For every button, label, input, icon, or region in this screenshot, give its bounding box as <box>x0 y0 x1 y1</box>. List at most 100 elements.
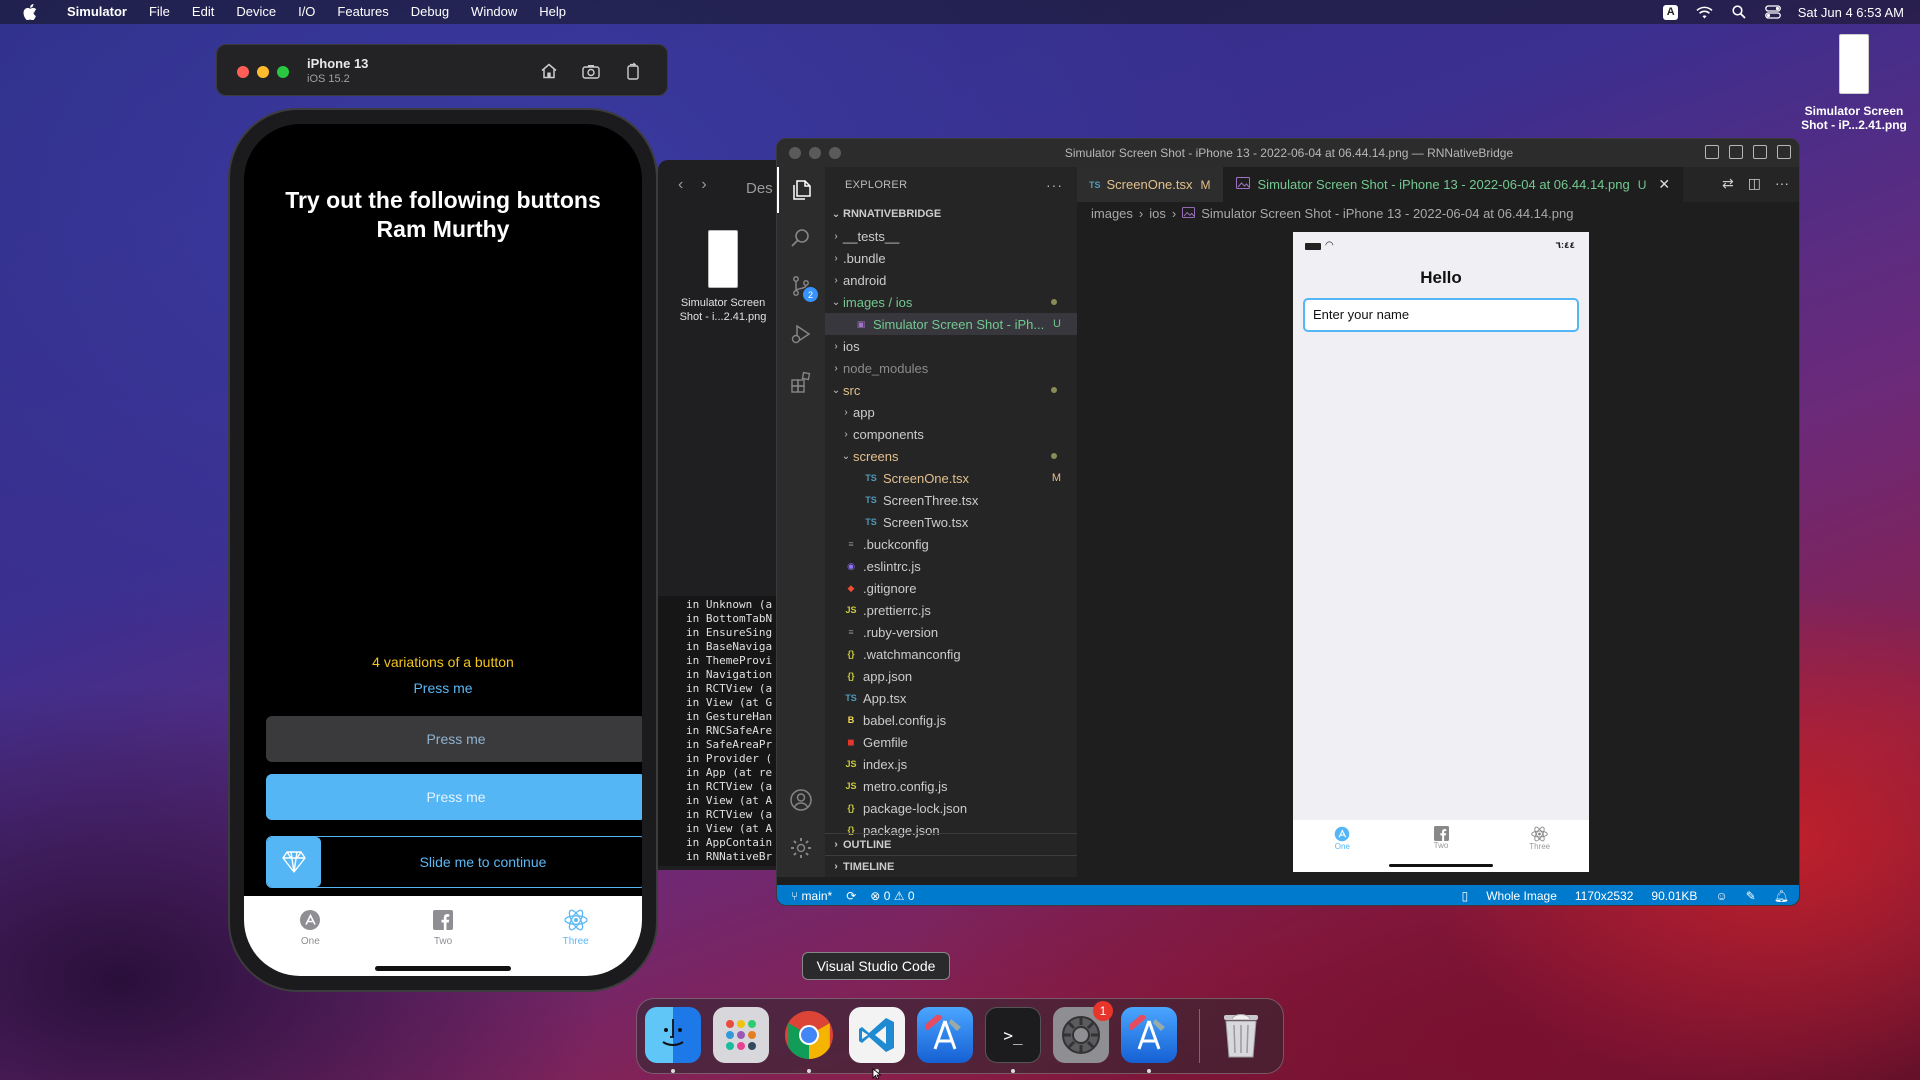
rotate-device-icon[interactable] <box>621 59 645 83</box>
input-source-icon[interactable]: A <box>1662 4 1680 20</box>
menu-edit[interactable]: Edit <box>181 0 225 24</box>
forward-chevron-icon[interactable]: › <box>701 176 706 194</box>
breadcrumb-item[interactable]: ios <box>1149 206 1166 221</box>
copilot-icon[interactable]: ☺ <box>1715 889 1727 903</box>
menu-io[interactable]: I/O <box>287 0 326 24</box>
close-window-button[interactable] <box>237 66 249 78</box>
tree-item[interactable]: TS App.tsx <box>825 687 1077 709</box>
xcode-icon[interactable] <box>1121 1007 1177 1063</box>
menu-window[interactable]: Window <box>460 0 528 24</box>
tree-item[interactable]: TS ScreenTwo.tsx <box>825 511 1077 533</box>
tree-item[interactable]: ◼ Gemfile <box>825 731 1077 753</box>
git-branch[interactable]: ⑂ main* <box>791 889 832 903</box>
feedback-icon[interactable]: ✎ <box>1746 889 1756 903</box>
menu-help[interactable]: Help <box>528 0 577 24</box>
minimize-window-button[interactable] <box>809 147 821 159</box>
tree-item[interactable]: ▣ Simulator Screen Shot - iPh... U <box>825 313 1077 335</box>
extensions-icon[interactable] <box>777 359 825 405</box>
home-indicator[interactable] <box>375 966 511 971</box>
toggle-secondary-sidebar-icon[interactable] <box>1753 145 1767 159</box>
launchpad-icon[interactable] <box>713 1007 769 1063</box>
tree-item[interactable]: Bbabel.config.js <box>825 709 1077 731</box>
toggle-sidebar-icon[interactable] <box>1705 145 1719 159</box>
project-root[interactable]: ⌄ RNNATIVEBRIDGE <box>825 203 1077 225</box>
finder-file-item[interactable]: Simulator Screen Shot - i...2.41.png <box>670 230 776 324</box>
tree-item[interactable]: ◆ .gitignore <box>825 577 1077 599</box>
home-button-icon[interactable] <box>537 59 561 83</box>
gray-button[interactable]: Press me <box>266 716 642 762</box>
zoom-window-button[interactable] <box>277 66 289 78</box>
tree-item[interactable]: {} package-lock.json <box>825 797 1077 819</box>
tab-screenone[interactable]: TS ScreenOne.tsx M <box>1077 167 1224 202</box>
control-center-icon[interactable] <box>1764 4 1782 20</box>
menu-features[interactable]: Features <box>326 0 399 24</box>
vscode-icon[interactable] <box>849 1007 905 1063</box>
customize-layout-icon[interactable] <box>1777 145 1791 159</box>
problems-indicator[interactable]: ⊗ 0 ⚠ 0 <box>870 889 914 903</box>
chrome-icon[interactable] <box>781 1007 837 1063</box>
image-view-mode[interactable]: Whole Image <box>1486 889 1557 903</box>
tree-item[interactable]: TS ScreenOne.tsx M <box>825 467 1077 489</box>
open-changes-icon[interactable]: ⇄ <box>1722 175 1734 192</box>
menu-app-name[interactable]: Simulator <box>56 0 138 24</box>
tree-item[interactable]: JS index.js <box>825 753 1077 775</box>
tree-item[interactable]: › android <box>825 269 1077 291</box>
minimize-window-button[interactable] <box>257 66 269 78</box>
tree-item[interactable]: TS ScreenThree.tsx <box>825 489 1077 511</box>
tree-item[interactable]: JS metro.config.js <box>825 775 1077 797</box>
tree-item[interactable]: › ios <box>825 335 1077 357</box>
menu-clock[interactable]: Sat Jun 4 6:53 AM <box>1798 5 1904 20</box>
tree-item[interactable]: ⌄ src <box>825 379 1077 401</box>
tree-item[interactable]: › app <box>825 401 1077 423</box>
more-actions-icon[interactable]: ··· <box>1046 177 1063 193</box>
breadcrumb-item[interactable]: Simulator Screen Shot - iPhone 13 - 2022… <box>1201 206 1573 221</box>
tree-item[interactable]: ≡ .buckconfig <box>825 533 1077 555</box>
screenshot-icon[interactable] <box>579 59 603 83</box>
run-debug-icon[interactable] <box>777 311 825 357</box>
tab-three[interactable]: Three <box>509 896 642 976</box>
tree-item[interactable]: › __tests__ <box>825 225 1077 247</box>
sync-icon[interactable]: ⟳ <box>846 889 856 903</box>
tree-item[interactable]: JS .prettierrc.js <box>825 599 1077 621</box>
close-tab-icon[interactable]: ✕ <box>1658 176 1670 193</box>
more-actions-icon[interactable]: ··· <box>1775 175 1789 192</box>
terminal-icon[interactable]: >_ <box>985 1007 1041 1063</box>
tree-item[interactable]: › .bundle <box>825 247 1077 269</box>
tab-screenshot-image[interactable]: Simulator Screen Shot - iPhone 13 - 2022… <box>1223 167 1684 202</box>
tree-item[interactable]: ⌄ screens <box>825 445 1077 467</box>
tree-item[interactable]: ◉ .eslintrc.js <box>825 555 1077 577</box>
settings-gear-icon[interactable] <box>777 825 825 871</box>
tree-item[interactable]: › components <box>825 423 1077 445</box>
timeline-section[interactable]: › TIMELINE <box>825 855 1077 877</box>
finder-icon[interactable] <box>645 1007 701 1063</box>
wifi-icon[interactable] <box>1696 4 1714 20</box>
tree-item[interactable]: {} app.json <box>825 665 1077 687</box>
text-button[interactable]: Press me <box>244 680 642 696</box>
spotlight-search-icon[interactable] <box>1730 4 1748 20</box>
close-window-button[interactable] <box>789 147 801 159</box>
explorer-icon[interactable] <box>777 167 825 213</box>
menu-device[interactable]: Device <box>225 0 287 24</box>
menu-file[interactable]: File <box>138 0 181 24</box>
tab-two[interactable]: Two <box>377 896 510 976</box>
breadcrumb-item[interactable]: images <box>1091 206 1133 221</box>
notifications-bell-icon[interactable]: 🔔︎ <box>1774 889 1789 903</box>
trash-icon[interactable] <box>1213 1007 1269 1063</box>
menu-debug[interactable]: Debug <box>400 0 460 24</box>
document-icon[interactable]: ▯ <box>1462 889 1469 903</box>
blue-button[interactable]: Press me <box>266 774 642 820</box>
accounts-icon[interactable] <box>777 777 825 823</box>
toggle-panel-icon[interactable] <box>1729 145 1743 159</box>
tree-item[interactable]: {} .watchmanconfig <box>825 643 1077 665</box>
slider-knob[interactable] <box>267 837 321 887</box>
outline-section[interactable]: › OUTLINE <box>825 833 1077 855</box>
tab-one[interactable]: One <box>244 896 377 976</box>
tree-item[interactable]: ≡ .ruby-version <box>825 621 1077 643</box>
zoom-window-button[interactable] <box>829 147 841 159</box>
search-icon[interactable] <box>777 215 825 261</box>
system-preferences-icon[interactable]: 1 <box>1053 1001 1113 1063</box>
tree-item[interactable]: ⌄ images / ios <box>825 291 1077 313</box>
tree-item[interactable]: › node_modules <box>825 357 1077 379</box>
desktop-file-icon[interactable]: Simulator Screen Shot - iP...2.41.png <box>1794 34 1914 132</box>
back-chevron-icon[interactable]: ‹ <box>678 176 683 194</box>
